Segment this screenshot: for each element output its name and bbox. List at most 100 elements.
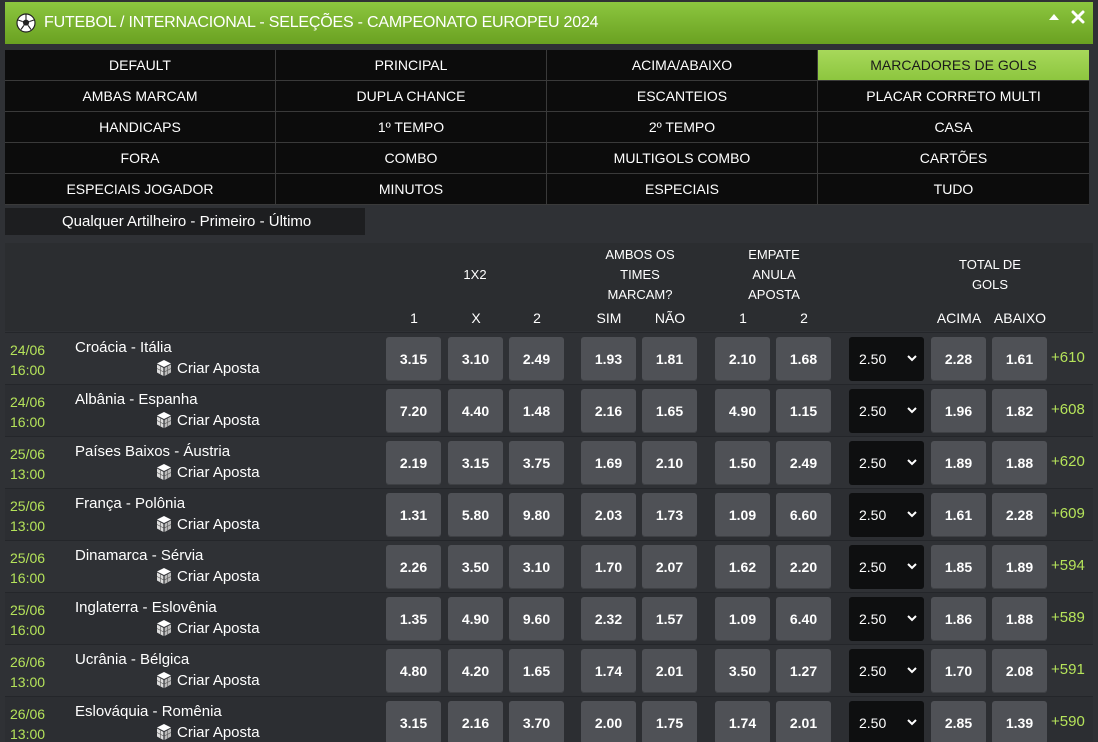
odd-under[interactable]: 1.61 [992,337,1047,381]
odd-dnb-home[interactable]: 4.90 [715,389,770,433]
odd-over[interactable]: 1.86 [931,597,986,641]
tab-acima-abaixo[interactable]: ACIMA/ABAIXO [547,50,818,81]
odd-dnb-away[interactable]: 2.20 [776,545,831,589]
odd-away[interactable]: 1.65 [509,649,564,693]
subfilter-scorer[interactable]: Qualquer Artilheiro - Primeiro - Último [5,208,365,235]
goal-line-select[interactable]: 2.50 [849,389,924,433]
odd-btts-yes[interactable]: 1.70 [581,545,636,589]
odd-over[interactable]: 1.61 [931,493,986,537]
more-markets-link[interactable]: +610 [1051,349,1085,366]
create-bet-link[interactable]: Criar Aposta [155,463,260,481]
odd-home[interactable]: 2.19 [386,441,441,485]
odd-away[interactable]: 3.70 [509,701,564,742]
odd-draw[interactable]: 3.50 [448,545,503,589]
odd-draw[interactable]: 4.90 [448,597,503,641]
odd-under[interactable]: 1.89 [992,545,1047,589]
odd-draw[interactable]: 4.20 [448,649,503,693]
match-name[interactable]: Albânia - Espanha [75,391,198,408]
odd-away[interactable]: 3.75 [509,441,564,485]
odd-draw[interactable]: 4.40 [448,389,503,433]
tab-especiais[interactable]: ESPECIAIS [547,174,818,205]
odd-btts-yes[interactable]: 2.32 [581,597,636,641]
tab-principal[interactable]: PRINCIPAL [276,50,547,81]
more-markets-link[interactable]: +589 [1051,609,1085,626]
odd-home[interactable]: 7.20 [386,389,441,433]
match-name[interactable]: Países Baixos - Áustria [75,443,230,460]
odd-dnb-away[interactable]: 1.15 [776,389,831,433]
create-bet-link[interactable]: Criar Aposta [155,671,260,689]
odd-under[interactable]: 2.08 [992,649,1047,693]
goal-line-select[interactable]: 2.50 [849,337,924,381]
tab-handicaps[interactable]: HANDICAPS [5,112,276,143]
goal-line-select[interactable]: 2.50 [849,441,924,485]
odd-over[interactable]: 1.96 [931,389,986,433]
odd-under[interactable]: 1.88 [992,441,1047,485]
create-bet-link[interactable]: Criar Aposta [155,567,260,585]
odd-dnb-home[interactable]: 1.09 [715,493,770,537]
tab-multigols-combo[interactable]: MULTIGOLS COMBO [547,143,818,174]
match-name[interactable]: Eslováquia - Romênia [75,703,222,720]
odd-btts-yes[interactable]: 2.00 [581,701,636,742]
more-markets-link[interactable]: +591 [1051,661,1085,678]
tab-especiais-jogador[interactable]: ESPECIAIS JOGADOR [5,174,276,205]
tab-default[interactable]: DEFAULT [5,50,276,81]
odd-home[interactable]: 1.31 [386,493,441,537]
create-bet-link[interactable]: Criar Aposta [155,515,260,533]
odd-draw[interactable]: 2.16 [448,701,503,742]
odd-over[interactable]: 2.85 [931,701,986,742]
close-icon[interactable] [1071,10,1085,24]
match-name[interactable]: Croácia - Itália [75,339,172,356]
odd-btts-no[interactable]: 2.01 [642,649,697,693]
odd-over[interactable]: 1.70 [931,649,986,693]
tab-fora[interactable]: FORA [5,143,276,174]
odd-away[interactable]: 9.60 [509,597,564,641]
more-markets-link[interactable]: +608 [1051,401,1085,418]
odd-home[interactable]: 4.80 [386,649,441,693]
odd-under[interactable]: 1.88 [992,597,1047,641]
odd-over[interactable]: 2.28 [931,337,986,381]
odd-btts-no[interactable]: 2.10 [642,441,697,485]
tab-minutos[interactable]: MINUTOS [276,174,547,205]
match-name[interactable]: Ucrânia - Bélgica [75,651,189,668]
goal-line-select[interactable]: 2.50 [849,701,924,742]
odd-over[interactable]: 1.85 [931,545,986,589]
odd-dnb-home[interactable]: 1.09 [715,597,770,641]
odd-btts-yes[interactable]: 1.69 [581,441,636,485]
more-markets-link[interactable]: +590 [1051,713,1085,730]
tab-combo[interactable]: COMBO [276,143,547,174]
odd-btts-no[interactable]: 1.75 [642,701,697,742]
create-bet-link[interactable]: Criar Aposta [155,619,260,637]
odd-away[interactable]: 3.10 [509,545,564,589]
odd-dnb-home[interactable]: 1.62 [715,545,770,589]
odd-dnb-away[interactable]: 2.01 [776,701,831,742]
create-bet-link[interactable]: Criar Aposta [155,359,260,377]
goal-line-select[interactable]: 2.50 [849,545,924,589]
odd-btts-yes[interactable]: 1.93 [581,337,636,381]
tab-dupla-chance[interactable]: DUPLA CHANCE [276,81,547,112]
odd-btts-yes[interactable]: 2.03 [581,493,636,537]
odd-away[interactable]: 9.80 [509,493,564,537]
tab-escanteios[interactable]: ESCANTEIOS [547,81,818,112]
tab-marcadores-de-gols[interactable]: MARCADORES DE GOLS [818,50,1089,81]
odd-dnb-away[interactable]: 1.68 [776,337,831,381]
odd-draw[interactable]: 5.80 [448,493,503,537]
match-name[interactable]: Dinamarca - Sérvia [75,547,203,564]
odd-home[interactable]: 3.15 [386,337,441,381]
odd-home[interactable]: 1.35 [386,597,441,641]
odd-home[interactable]: 3.15 [386,701,441,742]
odd-dnb-home[interactable]: 3.50 [715,649,770,693]
odd-dnb-home[interactable]: 2.10 [715,337,770,381]
odd-dnb-away[interactable]: 6.60 [776,493,831,537]
tab-2-tempo[interactable]: 2º TEMPO [547,112,818,143]
create-bet-link[interactable]: Criar Aposta [155,723,260,741]
more-markets-link[interactable]: +609 [1051,505,1085,522]
tab-ambas-marcam[interactable]: AMBAS MARCAM [5,81,276,112]
goal-line-select[interactable]: 2.50 [849,597,924,641]
odd-dnb-home[interactable]: 1.50 [715,441,770,485]
odd-btts-no[interactable]: 1.81 [642,337,697,381]
create-bet-link[interactable]: Criar Aposta [155,411,260,429]
odd-draw[interactable]: 3.10 [448,337,503,381]
odd-dnb-away[interactable]: 2.49 [776,441,831,485]
tab-cart-es[interactable]: CARTÕES [818,143,1089,174]
match-name[interactable]: França - Polônia [75,495,185,512]
